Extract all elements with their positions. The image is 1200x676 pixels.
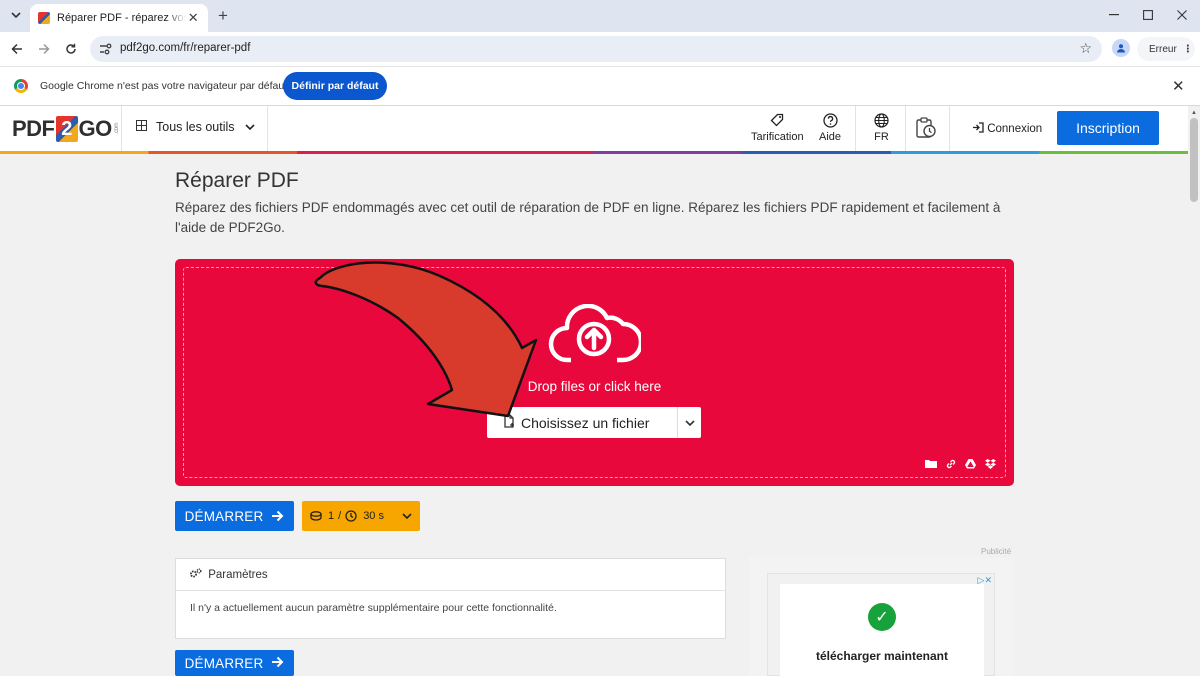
forward-icon[interactable] bbox=[34, 39, 54, 59]
browser-toolbar: pdf2go.com/fr/reparer-pdf ☆ Erreur ⋮ bbox=[0, 32, 1200, 66]
advertisement[interactable]: ▷✕ ✓ télécharger maintenant bbox=[749, 557, 1014, 676]
header-color-strip bbox=[0, 151, 1188, 154]
set-default-button[interactable]: Définir par défaut bbox=[283, 72, 387, 100]
login-link[interactable]: Connexion bbox=[972, 122, 1042, 135]
credits-value: 1 bbox=[328, 510, 335, 522]
settings-panel: Paramètres Il n'y a actuellement aucun p… bbox=[175, 558, 726, 639]
infobar-message: Google Chrome n'est pas votre navigateur… bbox=[40, 80, 288, 92]
profile-error-button[interactable]: Erreur ⋮ bbox=[1137, 37, 1195, 61]
logo-two-badge: 2 bbox=[55, 116, 78, 142]
grid-icon bbox=[136, 120, 147, 134]
url-text: pdf2go.com/fr/reparer-pdf bbox=[120, 42, 251, 54]
chrome-logo-icon bbox=[14, 79, 28, 93]
chevron-down-icon bbox=[11, 12, 21, 18]
clock-icon bbox=[345, 510, 357, 522]
help-label: Aide bbox=[819, 131, 842, 143]
choose-file-label: Choisissez un fichier bbox=[521, 414, 650, 431]
infobar-close-icon[interactable]: ✕ bbox=[1172, 77, 1185, 95]
credits-separator: / bbox=[338, 510, 342, 522]
coins-icon bbox=[310, 511, 322, 521]
settings-header: Paramètres bbox=[176, 559, 725, 591]
annotation-arrow-icon bbox=[314, 261, 538, 418]
clipboard-clock-icon bbox=[916, 117, 937, 138]
signup-button[interactable]: Inscription bbox=[1057, 111, 1159, 145]
upload-options-dropdown[interactable] bbox=[677, 407, 701, 438]
upload-sources bbox=[925, 459, 996, 472]
login-label: Connexion bbox=[987, 123, 1043, 135]
profile-error-label: Erreur bbox=[1149, 43, 1177, 55]
history-button[interactable] bbox=[916, 117, 937, 138]
start-label: DÉMARRER bbox=[184, 508, 264, 524]
dropbox-icon[interactable] bbox=[985, 459, 996, 472]
header-divider bbox=[905, 106, 906, 154]
bookmark-star-icon[interactable]: ☆ bbox=[1079, 40, 1092, 57]
page-title: Réparer PDF bbox=[175, 169, 299, 192]
help-link[interactable]: Aide bbox=[819, 113, 841, 143]
language-label: FR bbox=[874, 131, 889, 143]
browser-tab-bar: Réparer PDF - réparez vos fichiers PDF ✕… bbox=[0, 0, 1200, 32]
pdf2go-favicon-icon bbox=[38, 12, 50, 24]
default-browser-infobar: Google Chrome n'est pas votre navigateur… bbox=[0, 66, 1200, 106]
pricing-label: Tarification bbox=[751, 131, 804, 143]
scroll-up-icon[interactable]: ▲ bbox=[1191, 110, 1197, 116]
folder-icon[interactable] bbox=[925, 459, 937, 472]
maximize-icon[interactable] bbox=[1130, 0, 1166, 30]
sign-in-icon bbox=[972, 122, 987, 135]
browser-tab[interactable]: Réparer PDF - réparez vos fichiers PDF ✕ bbox=[30, 4, 208, 32]
more-menu-icon[interactable]: ⋮ bbox=[1183, 44, 1193, 55]
new-tab-icon[interactable]: + bbox=[214, 6, 232, 26]
arrow-right-icon bbox=[271, 510, 284, 522]
header-divider bbox=[949, 106, 950, 154]
ad-label: Publicité bbox=[981, 547, 1012, 556]
ad-cta: télécharger maintenant bbox=[815, 649, 949, 663]
back-icon[interactable] bbox=[7, 39, 27, 59]
pricing-link[interactable]: Tarification bbox=[751, 113, 804, 143]
chevron-down-icon bbox=[684, 419, 695, 426]
tab-close-icon[interactable]: ✕ bbox=[186, 10, 200, 26]
credits-indicator[interactable]: 1 / 30 s bbox=[302, 501, 420, 531]
ad-card[interactable]: ✓ télécharger maintenant bbox=[780, 584, 984, 676]
header-divider bbox=[121, 106, 122, 154]
logo-pdf-text: PDF bbox=[12, 116, 55, 141]
window-close-icon[interactable] bbox=[1164, 0, 1200, 30]
chevron-down-icon bbox=[244, 121, 255, 133]
link-icon[interactable] bbox=[946, 459, 956, 472]
google-drive-icon[interactable] bbox=[965, 459, 976, 472]
all-tools-menu[interactable]: Tous les outils bbox=[136, 120, 255, 134]
reload-icon[interactable] bbox=[61, 39, 81, 59]
page-description: Réparez des fichiers PDF endommagés avec… bbox=[175, 200, 1001, 235]
language-selector[interactable]: FR bbox=[874, 113, 889, 143]
address-bar[interactable]: pdf2go.com/fr/reparer-pdf ☆ bbox=[90, 36, 1102, 62]
tab-search-button[interactable] bbox=[6, 5, 26, 25]
site-settings-icon[interactable] bbox=[98, 42, 112, 56]
ad-frame: ▷✕ ✓ télécharger maintenant bbox=[767, 573, 995, 676]
logo-go-text: GO bbox=[78, 116, 113, 141]
profile-avatar-icon[interactable] bbox=[1112, 39, 1130, 57]
all-tools-label: Tous les outils bbox=[156, 120, 235, 134]
tag-icon bbox=[770, 113, 784, 131]
arrow-right-icon bbox=[271, 656, 284, 668]
cloud-upload-icon bbox=[548, 304, 641, 363]
pdf2go-logo[interactable]: PDF 2 GO .com bbox=[12, 114, 120, 144]
gears-icon bbox=[189, 568, 202, 579]
start-button-bottom[interactable]: DÉMARRER bbox=[175, 650, 294, 676]
settings-title: Paramètres bbox=[208, 569, 268, 581]
start-button[interactable]: DÉMARRER bbox=[175, 501, 294, 531]
settings-message: Il n'y a actuellement aucun paramètre su… bbox=[190, 602, 557, 614]
minimize-icon[interactable] bbox=[1096, 0, 1132, 30]
checkmark-icon: ✓ bbox=[868, 603, 896, 631]
header-divider bbox=[855, 106, 856, 154]
logo-com-text: .com bbox=[113, 123, 120, 135]
chevron-down-icon bbox=[402, 511, 412, 522]
scrollbar-thumb[interactable] bbox=[1190, 118, 1198, 202]
time-value: 30 s bbox=[363, 510, 384, 522]
header-divider bbox=[267, 106, 268, 154]
globe-icon bbox=[874, 113, 889, 131]
start-label: DÉMARRER bbox=[184, 656, 264, 671]
site-header: PDF 2 GO .com Tous les outils Tarificati… bbox=[0, 106, 1188, 154]
help-circle-icon bbox=[822, 113, 838, 131]
tab-title: Réparer PDF - réparez vos fichiers PDF bbox=[57, 12, 187, 24]
